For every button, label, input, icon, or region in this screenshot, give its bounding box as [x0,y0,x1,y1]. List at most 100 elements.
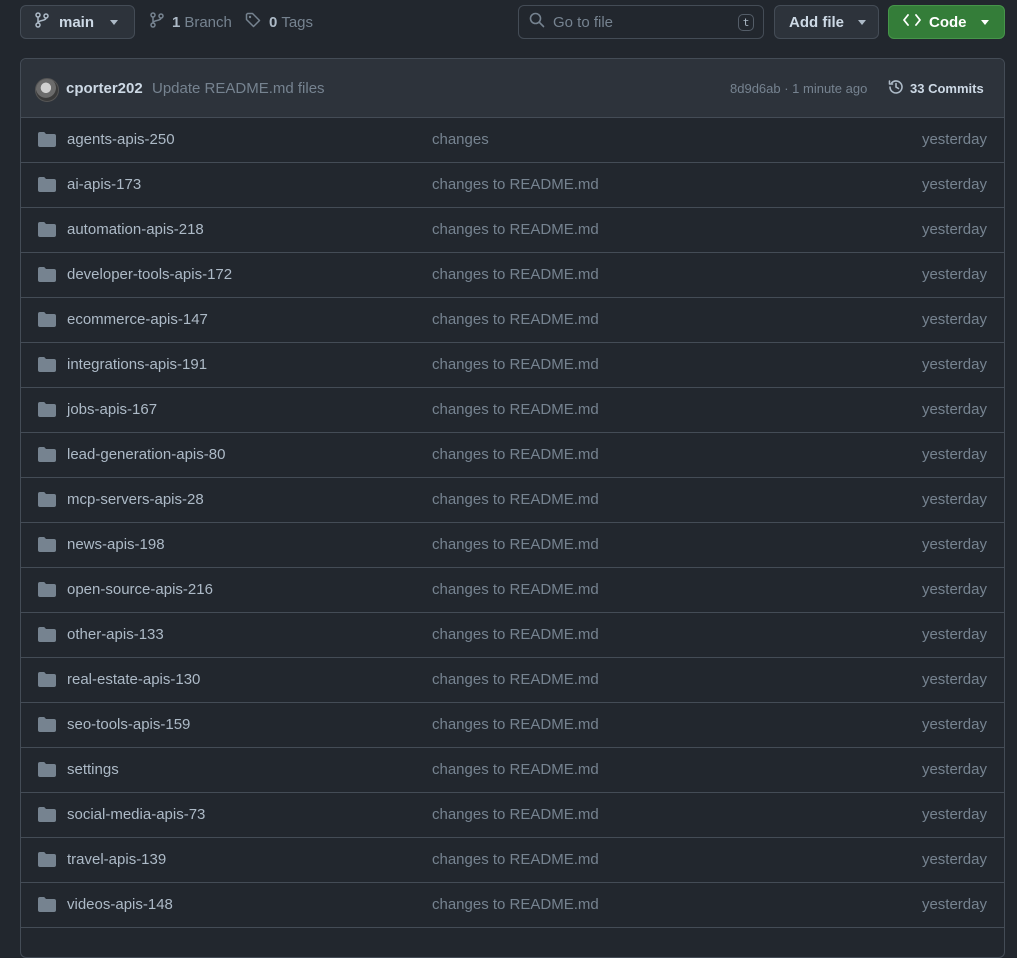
file-commit-date: yesterday [921,851,987,868]
commit-hash-time[interactable]: 8d9d6ab · 1 minute ago [730,81,867,96]
branches-link[interactable]: 1 Branch [150,5,232,39]
table-row[interactable]: seo-tools-apis-159 changes to README.md ye… [21,703,1004,748]
file-commit-date: yesterday [921,401,987,418]
table-row[interactable]: open-source-apis-216 changes to README.md… [21,568,1004,613]
code-button[interactable]: Code [888,5,1005,39]
file-commit-message[interactable]: changes to README.md [432,221,599,238]
file-commit-message[interactable]: changes to README.md [432,716,599,733]
branch-icon [150,12,164,32]
table-row[interactable]: mcp-servers-apis-28 changes to README.md y… [21,478,1004,523]
file-name-link[interactable]: integrations-apis-191 [67,356,207,373]
table-row[interactable]: videos-apis-148 changes to README.md yeste… [21,883,1004,928]
chevron-down-icon [980,19,989,25]
file-commit-message[interactable]: changes to README.md [432,806,599,823]
file-commit-message[interactable]: changes to README.md [432,401,599,418]
file-name-link[interactable]: automation-apis-218 [67,221,204,238]
table-row[interactable]: ai-apis-173 changes to README.md yesterday [21,163,1004,208]
file-commit-message[interactable]: changes to README.md [432,626,599,643]
folder-icon [38,132,56,152]
table-row[interactable]: settings changes to README.md yesterday [21,748,1004,793]
commits-link[interactable]: 33 Commits [887,78,984,99]
file-name-link[interactable]: social-media-apis-73 [67,806,205,823]
folder-icon [38,357,56,377]
file-name-link[interactable]: ecommerce-apis-147 [67,311,208,328]
latest-commit-bar: cporter202 Update README.md files 8d9d6a… [21,59,1004,118]
file-rows: agents-apis-250 changes yesterday ai-apis-1… [21,118,1004,928]
branch-label: Branch [184,13,232,31]
file-commit-message[interactable]: changes to README.md [432,896,599,913]
code-label: Code [929,13,967,31]
file-commit-date: yesterday [921,311,987,328]
file-commit-message[interactable]: changes to README.md [432,851,599,868]
folder-icon [38,897,56,917]
file-name-link[interactable]: videos-apis-148 [67,896,173,913]
file-commit-date: yesterday [921,446,987,463]
add-file-label: Add file [789,13,844,31]
file-commit-date: yesterday [921,266,987,283]
table-row[interactable]: ecommerce-apis-147 changes to README.md ye… [21,298,1004,343]
file-commit-message[interactable]: changes to README.md [432,761,599,778]
folder-icon [38,762,56,782]
file-name-link[interactable]: agents-apis-250 [67,131,175,148]
file-name-link[interactable]: mcp-servers-apis-28 [67,491,204,508]
table-row[interactable]: automation-apis-218 changes to README.md y… [21,208,1004,253]
file-name-link[interactable]: other-apis-133 [67,626,164,643]
tags-link[interactable]: 0 Tags [245,5,313,39]
search-icon [529,12,545,32]
history-icon [887,78,905,99]
file-commit-message[interactable]: changes to README.md [432,311,599,328]
table-row[interactable]: real-estate-apis-130 changes to README.md… [21,658,1004,703]
chevron-down-icon [110,19,119,25]
file-name-link[interactable]: settings [67,761,119,778]
commit-message[interactable]: Update README.md files [152,80,325,97]
file-commit-message[interactable]: changes to README.md [432,491,599,508]
file-commit-message[interactable]: changes to README.md [432,671,599,688]
branch-name: main [59,13,95,31]
commit-author[interactable]: cporter202 [66,80,143,97]
file-commit-date: yesterday [921,491,987,508]
file-name-link[interactable]: real-estate-apis-130 [67,671,200,688]
table-row[interactable]: developer-tools-apis-172 changes to READM… [21,253,1004,298]
file-name-link[interactable]: lead-generation-apis-80 [67,446,225,463]
file-name-link[interactable]: ai-apis-173 [67,176,141,193]
file-name-link[interactable]: developer-tools-apis-172 [67,266,232,283]
folder-icon [38,807,56,827]
file-name-link[interactable]: open-source-apis-216 [67,581,213,598]
file-commit-message[interactable]: changes to README.md [432,176,599,193]
folder-icon [38,402,56,422]
table-row[interactable]: lead-generation-apis-80 changes to README… [21,433,1004,478]
avatar[interactable] [35,78,59,102]
table-row[interactable]: travel-apis-139 changes to README.md yeste… [21,838,1004,883]
commits-count: 33 Commits [910,81,984,96]
file-commit-message[interactable]: changes to README.md [432,446,599,463]
go-to-file-input[interactable]: Go to file t [518,5,764,39]
file-commit-date: yesterday [921,671,987,688]
tag-icon [245,12,261,32]
folder-icon [38,177,56,197]
file-commit-message[interactable]: changes to README.md [432,581,599,598]
table-row[interactable]: agents-apis-250 changes yesterday [21,118,1004,163]
folder-icon [38,852,56,872]
file-name-link[interactable]: travel-apis-139 [67,851,166,868]
table-row[interactable]: social-media-apis-73 changes to README.md… [21,793,1004,838]
branch-selector-button[interactable]: main [20,5,135,39]
file-commit-message[interactable]: changes to README.md [432,266,599,283]
file-commit-message[interactable]: changes to README.md [432,356,599,373]
folder-icon [38,627,56,647]
folder-icon [38,447,56,467]
file-name-link[interactable]: news-apis-198 [67,536,165,553]
search-placeholder: Go to file [553,13,614,31]
file-name-link[interactable]: seo-tools-apis-159 [67,716,190,733]
table-row[interactable]: jobs-apis-167 changes to README.md yesterd… [21,388,1004,433]
file-name-link[interactable]: jobs-apis-167 [67,401,157,418]
file-commit-message[interactable]: changes [432,131,489,148]
table-row[interactable]: integrations-apis-191 changes to README.m… [21,343,1004,388]
add-file-button[interactable]: Add file [774,5,879,39]
folder-icon [38,717,56,737]
file-commit-message[interactable]: changes to README.md [432,536,599,553]
table-row[interactable]: news-apis-198 changes to README.md yesterd… [21,523,1004,568]
file-commit-date: yesterday [921,356,987,373]
table-row[interactable]: other-apis-133 changes to README.md yester… [21,613,1004,658]
folder-icon [38,222,56,242]
folder-icon [38,267,56,287]
